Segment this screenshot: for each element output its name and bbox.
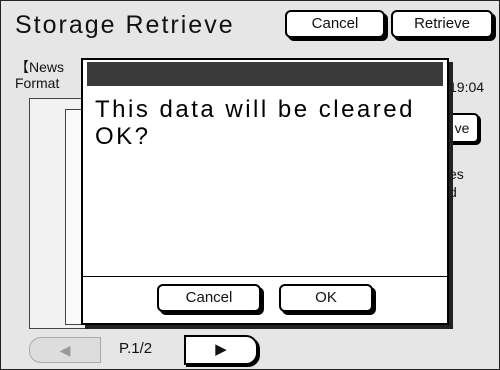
info-text-line-1: es (449, 166, 464, 182)
background-button[interactable]: ve (445, 113, 479, 143)
dialog-ok-button[interactable]: OK (279, 284, 373, 312)
format-label: Format (15, 75, 60, 91)
retrieve-button[interactable]: Retrieve (391, 10, 493, 38)
title-bar: Storage Retrieve Cancel Retrieve (1, 1, 499, 49)
next-page-button[interactable]: ▶ (184, 335, 258, 365)
dialog-cancel-button[interactable]: Cancel (157, 284, 261, 312)
dialog-title-bar (87, 62, 443, 86)
dialog-message: This data will be cleared OK? (95, 96, 415, 150)
previous-page-button[interactable]: ◀ (29, 337, 101, 363)
page-indicator: P.1/2 (119, 340, 153, 357)
screen-title: Storage Retrieve (15, 11, 235, 39)
document-name: 【News (15, 59, 65, 75)
header-cancel-button[interactable]: Cancel (285, 10, 385, 38)
info-text-line-2: d (449, 184, 457, 200)
timestamp: 19:04 (449, 79, 485, 95)
confirm-dialog: This data will be cleared OK? Cancel OK (81, 58, 449, 325)
dialog-divider (83, 276, 447, 277)
storage-retrieve-screen: Storage Retrieve Cancel Retrieve 【News F… (0, 0, 500, 370)
